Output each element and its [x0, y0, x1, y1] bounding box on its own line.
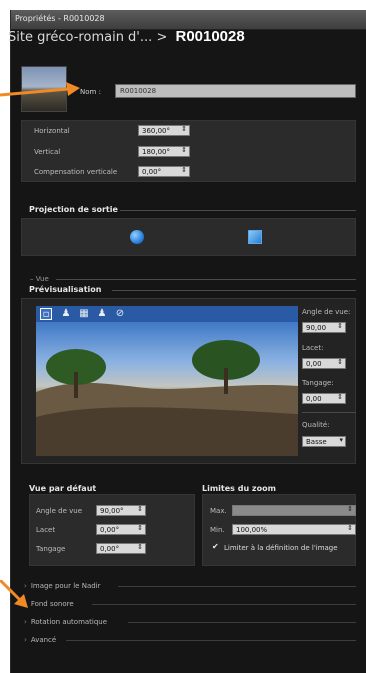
preview-scene [36, 340, 298, 456]
square-icon[interactable] [248, 230, 262, 244]
tangage-label: Tangage: [302, 379, 334, 387]
annotation-arrow-icon [0, 82, 80, 97]
dv-tangage-label: Tangage [36, 545, 66, 553]
quality-value: Basse [306, 438, 327, 446]
dv-lacet-value: 0,00° [100, 526, 120, 534]
vertical-comp-label: Compensation verticale [34, 168, 118, 176]
dv-tangage-value: 0,00° [100, 545, 120, 553]
image-icon[interactable]: ▦ [78, 308, 90, 320]
horizontal-value: 360,00° [142, 127, 170, 135]
breadcrumb-parent[interactable]: Site gréco-romain d'... [8, 30, 152, 45]
divider [56, 279, 356, 280]
name-input[interactable]: R0010028 [115, 84, 356, 98]
projection-section [21, 218, 356, 256]
hand-icon[interactable]: ♟ [60, 308, 72, 320]
dv-angle-spinner[interactable]: 90,00° ⇕ [96, 505, 146, 516]
no-icon[interactable]: ⊘ [114, 308, 126, 320]
lacet-value: 0,00 [306, 360, 322, 368]
spinner-arrows-icon[interactable]: ⇕ [337, 394, 343, 401]
vertical-value: 180,00° [142, 148, 170, 156]
view-label: Vue [35, 275, 49, 283]
spinner-arrows-icon[interactable]: ⇕ [137, 544, 143, 551]
divider [112, 290, 356, 291]
panorama-preview[interactable] [36, 322, 298, 456]
output-projection-heading: Projection de sortie [29, 205, 118, 214]
zoom-max-spinner[interactable]: ⇕ [232, 505, 356, 516]
breadcrumb-current: R0010028 [175, 28, 245, 45]
horizontal-label: Horizontal [34, 127, 70, 135]
section-nadir-image[interactable]: Image pour le Nadir [24, 582, 101, 590]
vertical-comp-value: 0,00° [142, 168, 162, 176]
view-section-label[interactable]: – Vue [30, 275, 49, 283]
tree-trunk-shape [224, 368, 228, 394]
dropdown-arrow-icon[interactable]: ▾ [339, 437, 343, 444]
section-auto-rotation[interactable]: Rotation automatique [24, 618, 107, 626]
divider [118, 586, 356, 587]
horizontal-spinner[interactable]: 360,00° ⇕ [138, 125, 190, 136]
default-view-heading: Vue par défaut [29, 484, 97, 493]
angle-label: Angle de vue: [302, 308, 351, 316]
spinner-arrows-icon[interactable]: ⇕ [137, 525, 143, 532]
foreground-shape [36, 407, 298, 456]
divider [128, 622, 356, 623]
spinner-arrows-icon[interactable]: ⇕ [347, 525, 353, 532]
spinner-arrows-icon[interactable]: ⇕ [181, 126, 187, 133]
preview-toolbar: ▫ ♟ ▦ ♟ ⊘ [36, 306, 298, 322]
dv-lacet-label: Lacet [36, 526, 56, 534]
select-icon[interactable]: ▫ [40, 308, 52, 320]
zoom-min-value: 100,00% [236, 526, 268, 534]
lacet-spinner[interactable]: 0,00 ⇕ [302, 358, 346, 369]
spinner-arrows-icon[interactable]: ⇕ [347, 506, 353, 513]
spinner-arrows-icon[interactable]: ⇕ [337, 323, 343, 330]
spinner-arrows-icon[interactable]: ⇕ [337, 359, 343, 366]
spinner-arrows-icon[interactable]: ⇕ [137, 506, 143, 513]
tangage-spinner[interactable]: 0,00 ⇕ [302, 393, 346, 404]
name-label: Nom : [80, 88, 101, 96]
vertical-label: Vertical [34, 148, 61, 156]
tree-trunk-shape [74, 372, 78, 398]
dv-angle-label: Angle de vue [36, 507, 83, 515]
divider [92, 604, 356, 605]
section-advanced[interactable]: Avancé [24, 636, 56, 644]
quality-select[interactable]: Basse ▾ [302, 436, 346, 447]
dv-lacet-spinner[interactable]: 0,00° ⇕ [96, 524, 146, 535]
divider [66, 640, 356, 641]
hand-icon[interactable]: ♟ [96, 308, 108, 320]
window-title: Propriétés - R0010028 [15, 14, 105, 23]
section-sound[interactable]: Fond sonore [24, 600, 74, 608]
angle-spinner[interactable]: 90,00 ⇕ [302, 322, 346, 333]
preview-heading: Prévisualisation [29, 285, 102, 294]
limit-checkbox[interactable]: ✔ [212, 542, 219, 551]
title-bar: Propriétés - R0010028 [11, 10, 366, 30]
limit-checkbox-label: Limiter à la définition de l'image [224, 544, 338, 552]
tangage-value: 0,00 [306, 395, 322, 403]
annotation-arrow-icon [0, 580, 28, 608]
zoom-min-spinner[interactable]: 100,00% ⇕ [232, 524, 356, 535]
vertical-spinner[interactable]: 180,00° ⇕ [138, 146, 190, 157]
breadcrumb-separator: > [156, 30, 168, 45]
zoom-limits-heading: Limites du zoom [202, 484, 276, 493]
spinner-arrows-icon[interactable]: ⇕ [181, 167, 187, 174]
dv-angle-value: 90,00° [100, 507, 124, 515]
zoom-max-label: Max. [210, 507, 227, 515]
lacet-label: Lacet: [302, 344, 324, 352]
divider [120, 210, 356, 211]
zoom-min-label: Min. [210, 526, 225, 534]
divider [302, 412, 356, 413]
spinner-arrows-icon[interactable]: ⇕ [181, 147, 187, 154]
dv-tangage-spinner[interactable]: 0,00° ⇕ [96, 543, 146, 554]
angle-value: 90,00 [306, 324, 327, 332]
quality-label: Qualité: [302, 421, 330, 429]
globe-icon[interactable] [130, 230, 144, 244]
vertical-comp-spinner[interactable]: 0,00° ⇕ [138, 166, 190, 177]
breadcrumb: Site gréco-romain d'... > R0010028 [8, 28, 245, 45]
